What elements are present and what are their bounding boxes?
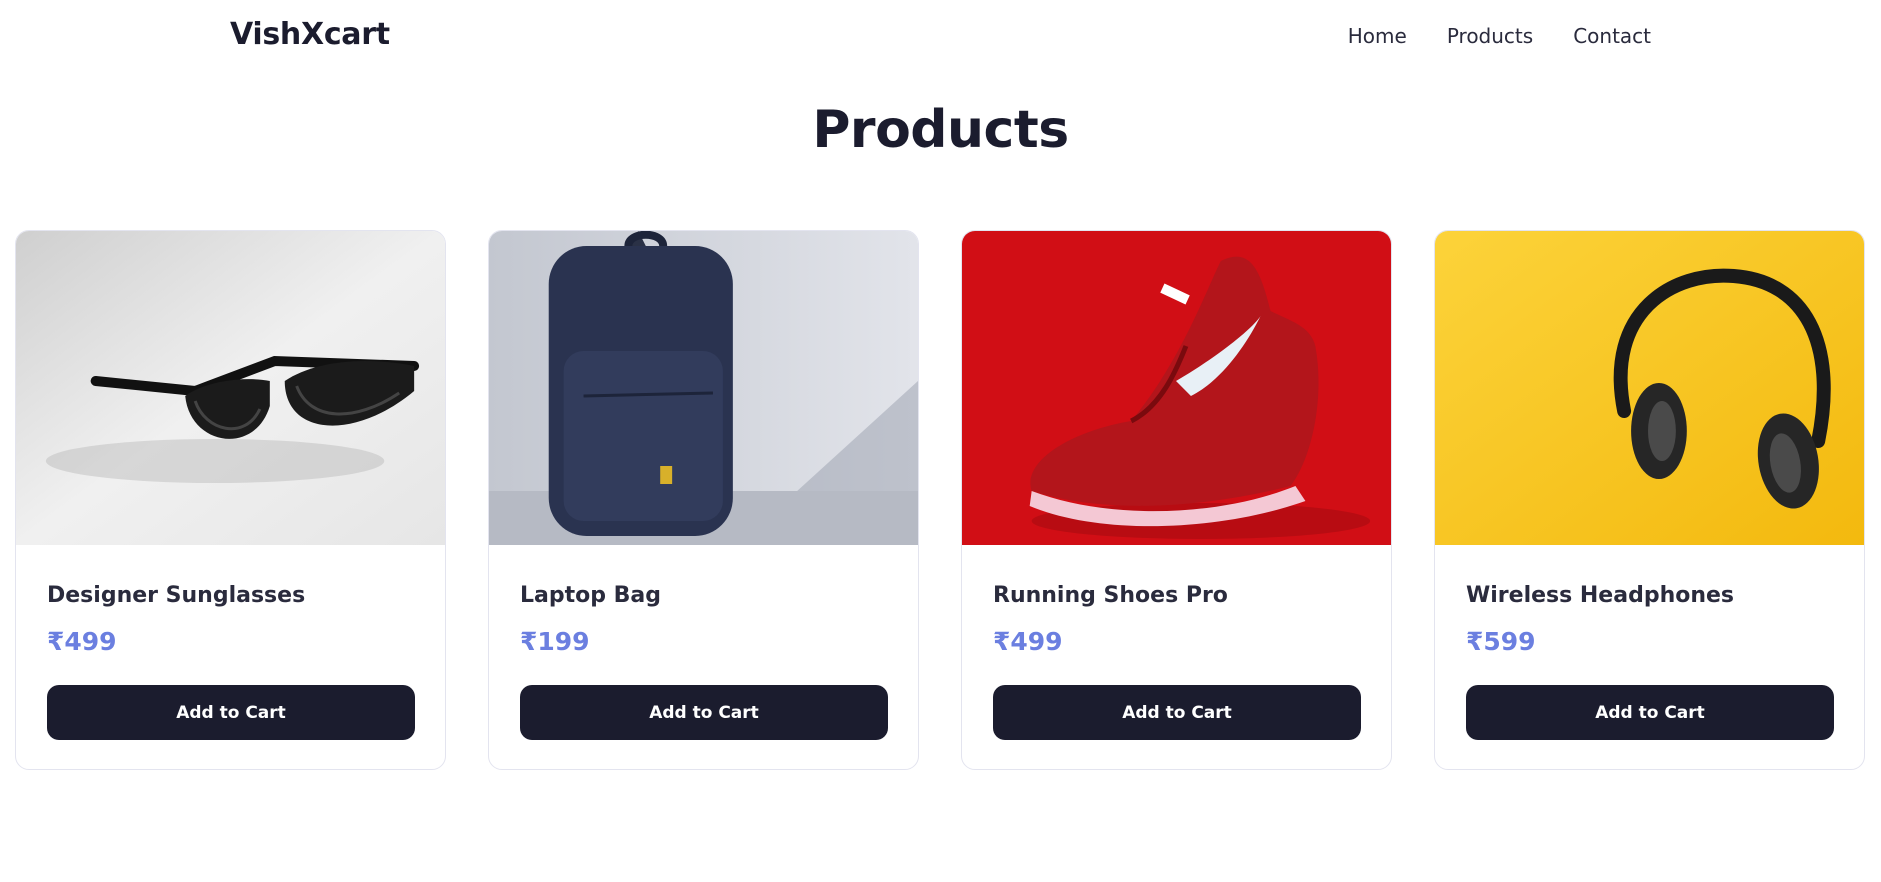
product-card: Designer Sunglasses ₹499 Add to Cart <box>15 230 446 770</box>
navbar: VishXcart Home Products Contact <box>0 0 1881 74</box>
product-price: ₹499 <box>993 627 1063 656</box>
product-card: Wireless Headphones ₹599 Add to Cart <box>1434 230 1865 770</box>
add-to-cart-button[interactable]: Add to Cart <box>520 685 888 740</box>
add-to-cart-button[interactable]: Add to Cart <box>993 685 1361 740</box>
add-to-cart-button[interactable]: Add to Cart <box>47 685 415 740</box>
product-name: Running Shoes Pro <box>993 583 1228 608</box>
product-price: ₹199 <box>520 627 590 656</box>
card-body: Laptop Bag ₹199 Add to Cart <box>489 545 918 740</box>
product-name: Laptop Bag <box>520 583 662 608</box>
product-card: Laptop Bag ₹199 Add to Cart <box>488 230 919 770</box>
page-title: Products <box>812 100 1069 160</box>
brand-logo[interactable]: VishXcart <box>230 17 390 52</box>
product-price: ₹499 <box>47 627 117 656</box>
card-body: Running Shoes Pro ₹499 Add to Cart <box>962 545 1391 740</box>
sneaker-image <box>962 231 1391 545</box>
product-grid: Designer Sunglasses ₹499 Add to Cart Lap… <box>15 230 1865 770</box>
product-name: Wireless Headphones <box>1466 583 1735 608</box>
backpack-image <box>489 231 918 545</box>
card-body: Wireless Headphones ₹599 Add to Cart <box>1435 545 1864 740</box>
product-card: Running Shoes Pro ₹499 Add to Cart <box>961 230 1392 770</box>
headphones-image <box>1435 231 1864 545</box>
sunglasses-image <box>16 231 445 545</box>
nav-link-contact[interactable]: Contact <box>1573 24 1651 48</box>
nav-link-products[interactable]: Products <box>1447 24 1533 48</box>
card-body: Designer Sunglasses ₹499 Add to Cart <box>16 545 445 740</box>
product-price: ₹599 <box>1466 627 1536 656</box>
nav-links: Home Products Contact <box>1348 24 1651 48</box>
add-to-cart-button[interactable]: Add to Cart <box>1466 685 1834 740</box>
product-name: Designer Sunglasses <box>47 583 306 608</box>
nav-link-home[interactable]: Home <box>1348 24 1407 48</box>
